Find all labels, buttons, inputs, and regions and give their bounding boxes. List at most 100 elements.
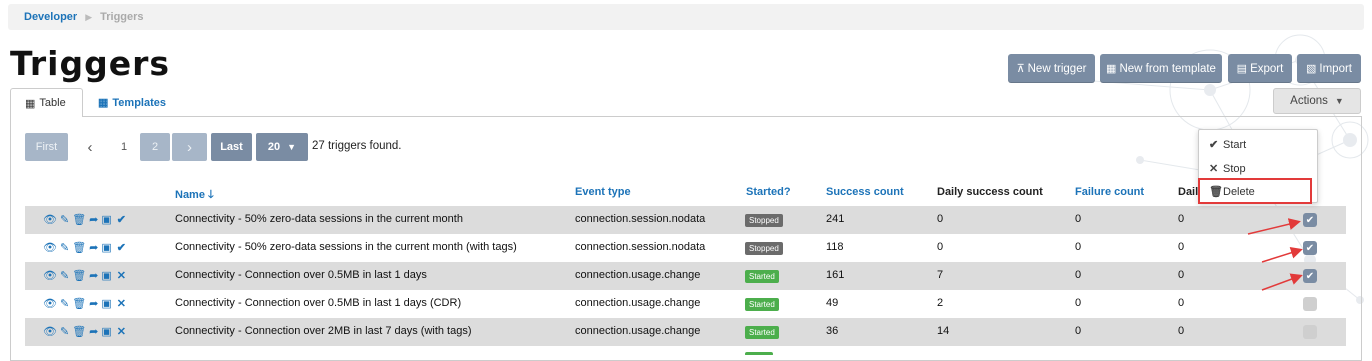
pager-last-button[interactable]: Last (211, 133, 252, 161)
clipboard-icon[interactable]: ▣ (101, 325, 111, 338)
daily-failure-count: 0 (1178, 325, 1185, 337)
daily-failure-count: 0 (1178, 297, 1185, 309)
event-type: connection.usage.change (575, 325, 701, 337)
eye-icon[interactable]: 👁 (43, 297, 57, 310)
failure-count: 0 (1075, 213, 1082, 225)
file-icon: ▤ (1236, 63, 1248, 75)
edit-icon[interactable]: ✎ (60, 297, 69, 310)
success-count: 161 (826, 269, 845, 281)
page-title: Triggers (10, 44, 171, 83)
page-size-select[interactable]: 20 ▼ (256, 133, 308, 161)
trigger-name: Connectivity - 50% zero-data sessions in… (175, 213, 463, 225)
share-icon[interactable]: ➦ (89, 241, 98, 254)
row-select-checkbox[interactable] (1303, 325, 1317, 339)
trigger-name: Connectivity - Connection over 2MB in la… (175, 325, 472, 337)
daily-failure-count: 0 (1178, 241, 1185, 253)
table-row: 👁 ✎ 🗑 ➦ ▣ ✕ Connectivity - Connection over 0.5… (25, 262, 1346, 290)
event-type: connection.usage.change (575, 269, 701, 281)
failure-count: 0 (1075, 241, 1082, 253)
clipboard-icon[interactable]: ▣ (101, 297, 111, 310)
annotation-arrows (1247, 218, 1303, 291)
edit-icon[interactable]: ✎ (60, 213, 69, 226)
daily-failure-count: 0 (1178, 269, 1185, 281)
table-row: 👁 ✎ 🗑 ➦ ▣ ✕ Connectivity - Connection over 0.5… (25, 290, 1346, 318)
start-icon[interactable]: ✔ (117, 241, 126, 254)
eye-icon[interactable]: 👁 (43, 269, 57, 282)
start-icon[interactable]: ✔ (117, 213, 126, 226)
row-action-icons: 👁 ✎ 🗑 ➦ ▣ ✕ (43, 297, 126, 310)
column-header-started[interactable]: Started? (746, 186, 791, 198)
trash-icon[interactable]: 🗑 (72, 297, 86, 310)
table-icon: ▦ (25, 97, 36, 110)
failure-count: 0 (1075, 269, 1082, 281)
new-trigger-button[interactable]: ⊼ New trigger (1008, 54, 1095, 83)
trash-icon[interactable]: 🗑 (72, 325, 86, 338)
trigger-name: Connectivity - 50% zero-data sessions in… (175, 241, 517, 253)
row-action-icons: 👁 ✎ 🗑 ➦ ▣ ✕ (43, 325, 126, 338)
table-row: 👁 ✎ 🗑 ➦ ▣ ✔ Connectivity - 50% zero-data sessi… (25, 234, 1346, 262)
new-from-template-label: New from template (1119, 62, 1216, 75)
highlight-box (1198, 178, 1312, 204)
event-type: connection.session.nodata (575, 241, 706, 253)
share-icon[interactable]: ➦ (89, 325, 98, 338)
daily-failure-count: 0 (1178, 213, 1185, 225)
success-count: 241 (826, 213, 845, 225)
success-count: 118 (826, 241, 844, 253)
edit-icon[interactable]: ✎ (60, 325, 69, 338)
trash-icon[interactable]: 🗑 (72, 241, 86, 254)
column-header-event-type[interactable]: Event type (575, 186, 631, 198)
status-badge: Started (745, 326, 779, 339)
menu-item-start[interactable]: ✔ Start (1209, 138, 1246, 152)
daily-success-count: 7 (937, 269, 944, 281)
import-label: Import (1319, 62, 1352, 75)
edit-icon[interactable]: ✎ (60, 241, 69, 254)
eye-icon[interactable]: 👁 (43, 325, 57, 338)
actions-dropdown-button[interactable]: Actions ▼ (1273, 88, 1361, 114)
trash-icon[interactable]: 🗑 (72, 269, 86, 282)
share-icon[interactable]: ➦ (89, 297, 98, 310)
clipboard-icon[interactable]: ▣ (101, 213, 111, 226)
tab-templates[interactable]: ▦ Templates (96, 88, 186, 117)
menu-item-stop-label: Stop (1223, 162, 1246, 175)
pager-first-button[interactable]: First (25, 133, 68, 161)
results-count: 27 triggers found. (312, 140, 402, 152)
row-action-icons: 👁 ✎ 🗑 ➦ ▣ ✕ (43, 269, 126, 282)
import-button[interactable]: ▧ Import (1297, 54, 1361, 83)
stop-icon[interactable]: ✕ (117, 269, 126, 282)
clipboard-icon[interactable]: ▣ (101, 269, 111, 282)
tab-templates-label: Templates (112, 96, 166, 109)
caret-down-icon: ▼ (287, 142, 297, 152)
sitemap-icon: ⊼ (1016, 63, 1025, 75)
failure-count: 0 (1075, 297, 1082, 309)
pager-page-2[interactable]: 2 (140, 133, 170, 161)
column-header-daily-success-count: Daily success count (937, 186, 1043, 198)
table-row-partial (25, 346, 1346, 355)
column-header-name[interactable]: Name 🡓 (175, 186, 214, 205)
share-icon[interactable]: ➦ (89, 269, 98, 282)
column-header-daily-failure-count: Dail (1178, 186, 1199, 198)
export-label: Export (1250, 62, 1284, 75)
export-button[interactable]: ▤ Export (1228, 54, 1292, 83)
pager-page-1[interactable]: 1 (111, 133, 137, 161)
new-from-template-button[interactable]: ▦ New from template (1100, 54, 1222, 83)
breadcrumb: Developer ▶ Triggers (8, 4, 1364, 30)
new-trigger-label: New trigger (1027, 62, 1087, 75)
stop-icon[interactable]: ✕ (117, 325, 126, 338)
column-header-success-count[interactable]: Success count (826, 186, 904, 198)
clipboard-icon[interactable]: ▣ (101, 241, 111, 254)
success-count: 49 (826, 297, 839, 309)
breadcrumb-developer-link[interactable]: Developer (24, 11, 77, 23)
share-icon[interactable]: ➦ (89, 213, 98, 226)
success-count: 36 (826, 325, 839, 337)
eye-icon[interactable]: 👁 (43, 213, 57, 226)
stop-icon[interactable]: ✕ (117, 297, 126, 310)
menu-item-stop[interactable]: ✕ Stop (1209, 162, 1246, 176)
edit-icon[interactable]: ✎ (60, 269, 69, 282)
eye-icon[interactable]: 👁 (43, 241, 57, 254)
pager-next-button[interactable]: › (172, 133, 207, 161)
caret-down-icon: ▼ (1334, 96, 1344, 106)
trash-icon[interactable]: 🗑 (72, 213, 86, 226)
column-header-failure-count[interactable]: Failure count (1075, 186, 1144, 198)
pager-prev-button[interactable]: ‹ (78, 133, 102, 161)
tab-table[interactable]: ▦ Table (10, 88, 83, 117)
